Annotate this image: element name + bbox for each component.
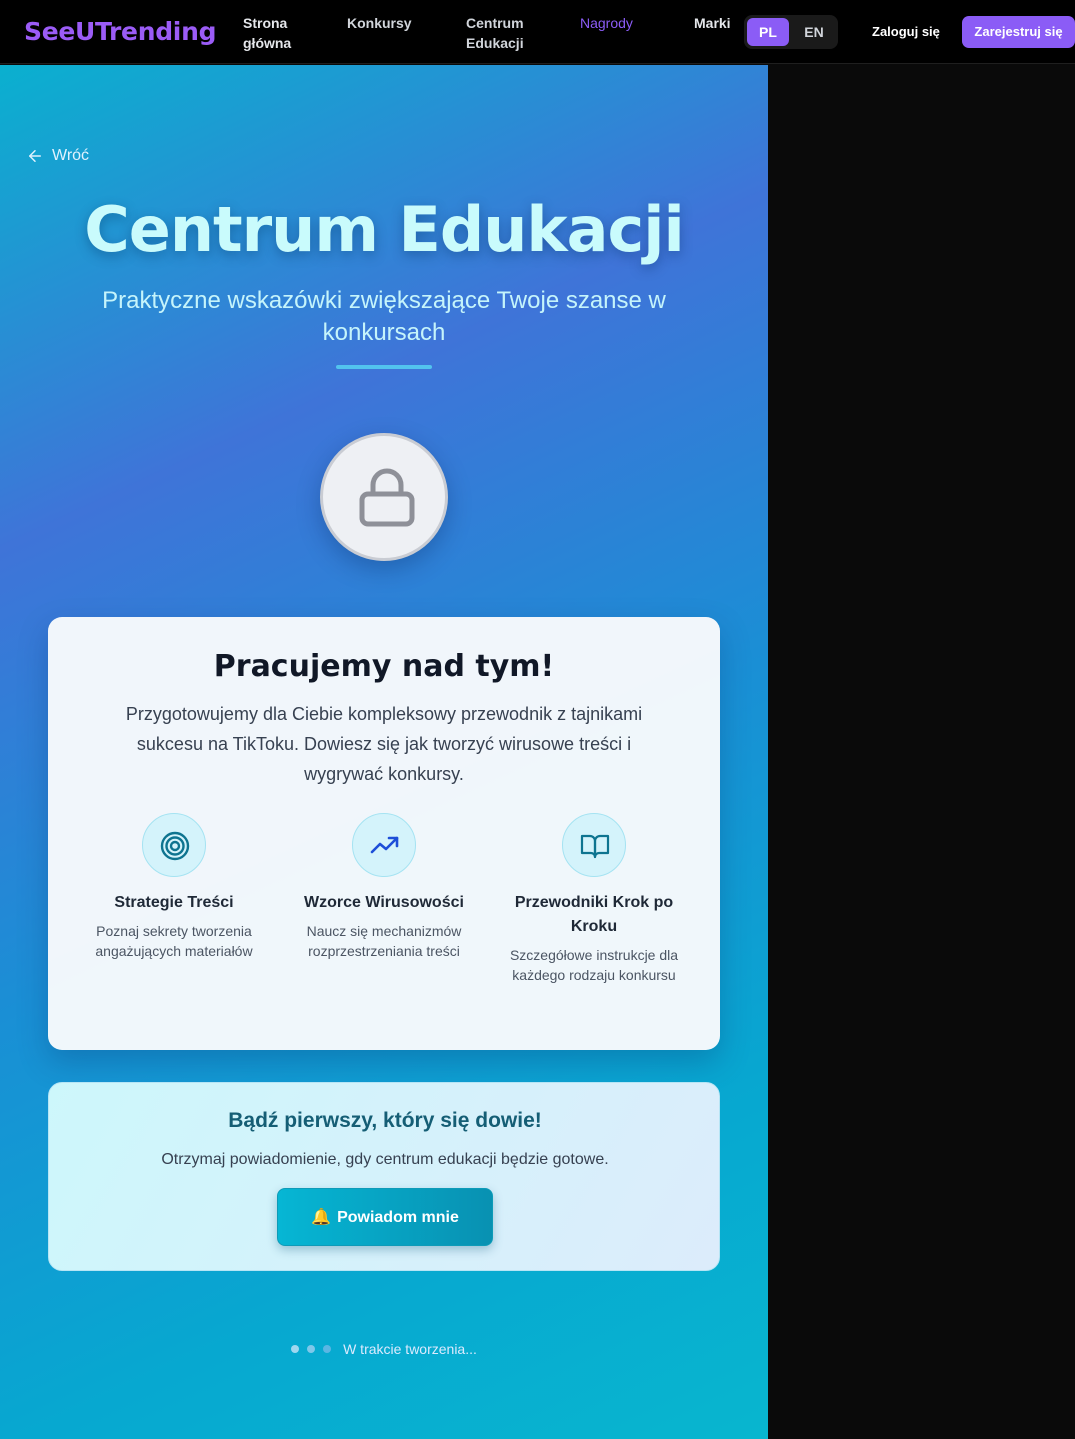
lang-pl-button[interactable]: PL [747,18,789,46]
notify-box: Bądź pierwszy, który się dowie! Otrzymaj… [48,1082,720,1271]
feature-title: Wzorce Wirusowości [304,894,464,911]
feature-title: Strategie Treści [114,894,234,911]
feature-description: Naucz się mechanizmów rozprzestrzeniania… [306,923,462,959]
feature-content-strategies: Strategie Treści Poznaj sekrety tworzeni… [79,813,269,961]
arrow-left-icon [29,150,41,162]
lock-badge [320,433,448,561]
lock-icon [359,468,415,527]
nav-link-contests[interactable]: Konkursy [347,13,412,33]
nav-link-brands[interactable]: Marki [694,13,731,33]
lang-en-button[interactable]: EN [793,18,835,46]
nav-link-rewards[interactable]: Nagrody [580,13,633,33]
title-divider [336,365,432,369]
loading-dot [291,1345,300,1353]
trending-up-icon [370,836,399,854]
page-subtitle: Praktyczne wskazówki zwiększające Twoje … [102,287,666,346]
progress-indicator: W trakcie tworzenia... [0,1341,768,1357]
target-icon [160,831,190,861]
book-open-icon [580,834,610,859]
nav-link-education-center[interactable]: Centrum Edukacji [466,13,524,53]
feature-title: Przewodniki Krok po Kroku [514,894,674,935]
nav-link-home[interactable]: Strona główna [243,13,291,53]
loading-dot [307,1345,316,1353]
coming-soon-card: Pracujemy nad tym! Przygotowujemy dla Ci… [48,617,720,1050]
feature-step-guides: Przewodniki Krok po Kroku Szczegółowe in… [499,813,689,985]
feature-description: Poznaj sekrety tworzenia angażujących ma… [95,923,253,959]
back-label: Wróć [52,147,90,164]
notify-me-button[interactable]: 🔔 Powiadom mnie [277,1188,493,1246]
language-switcher: PL EN [744,15,838,49]
feature-viral-patterns: Wzorce Wirusowości Naucz się mechanizmów… [289,813,479,961]
card-description: Przygotowujemy dla Ciebie kompleksowy pr… [125,704,643,784]
brand-logo[interactable]: SeeUTrending [24,17,216,46]
page-title: Centrum Edukacji [84,193,684,266]
card-title: Pracujemy nad tym! [213,649,555,684]
notify-title: Bądź pierwszy, który się dowie! [228,1109,542,1132]
back-link[interactable]: Wróć [26,147,89,165]
education-hero: Wróć Centrum Edukacji Praktyczne wskazów… [0,65,768,1439]
bell-icon: 🔔 [311,1209,332,1226]
loading-dot [323,1345,332,1353]
login-link[interactable]: Zaloguj się [872,24,940,39]
notify-description: Otrzymaj powiadomienie, gdy centrum eduk… [161,1151,609,1168]
feature-description: Szczegółowe instrukcje dla każdego rodza… [509,947,679,983]
notify-button-label: Powiadom mnie [337,1209,459,1226]
status-text: W trakcie tworzenia... [343,1341,477,1357]
top-navbar: SeeUTrending Strona główna Konkursy Cent… [0,0,1075,64]
signup-button[interactable]: Zarejestruj się [962,16,1075,48]
